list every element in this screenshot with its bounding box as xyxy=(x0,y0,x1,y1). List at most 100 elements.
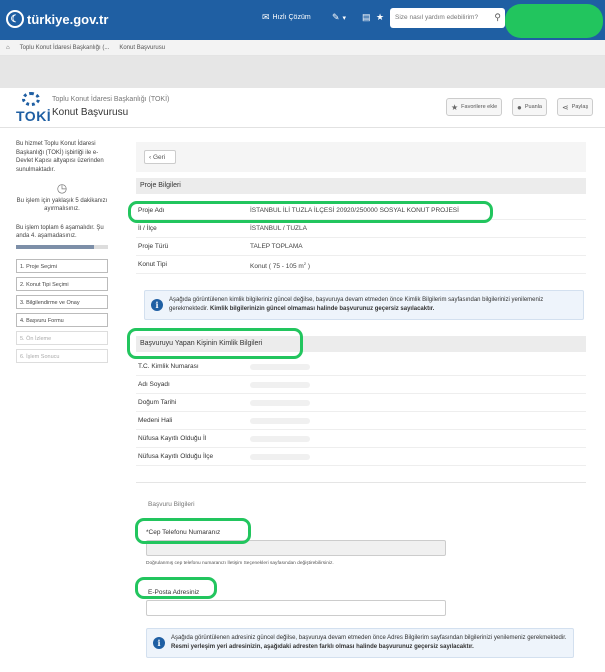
identity-row-tc: T.C. Kimlik Numarası xyxy=(136,358,586,376)
step-application-form[interactable]: 4. Başvuru Formu xyxy=(16,312,108,327)
search-icon[interactable]: ⚲ xyxy=(494,12,501,23)
card-icon-button[interactable]: ▤ xyxy=(362,12,374,23)
step-preview: 5. Ön İzleme xyxy=(16,330,108,345)
email-field[interactable] xyxy=(146,600,446,616)
project-name-value: İSTANBUL İLİ TUZLA İLÇESİ 20920/250000 S… xyxy=(250,207,459,214)
name-label: Adı Soyadı xyxy=(138,381,170,388)
chat-icon: ✉ xyxy=(262,12,270,22)
step-info-approval[interactable]: 3. Bilgilendirme ve Onay xyxy=(16,294,108,309)
quick-help-label: Hızlı Çözüm xyxy=(272,14,311,21)
progress-bar xyxy=(16,244,108,249)
identity-info-alert: i Aşağıda görüntülenen kimlik bilgilerin… xyxy=(144,290,584,320)
tc-value-redacted xyxy=(250,364,310,370)
identity-row-province: Nüfusa Kayıtlı Olduğu İl xyxy=(136,430,586,448)
birth-value-redacted xyxy=(250,400,310,406)
identity-row-name: Adı Soyadı xyxy=(136,376,586,394)
search-input[interactable]: Size nasıl yardım edebilirim? ⚲ xyxy=(390,8,505,28)
favorite-button[interactable]: ★ Favorilere ekle xyxy=(446,98,503,116)
star-icon: ★ xyxy=(376,12,385,22)
chevron-down-icon: ▾ xyxy=(342,14,347,22)
identity-info-warning: Kimlik bilgilerinizin güncel olmaması ha… xyxy=(210,306,435,312)
city-value: İSTANBUL / TUZLA xyxy=(250,225,307,232)
project-row-city: İl / İlçe İSTANBUL / TUZLA xyxy=(136,220,586,238)
province-label: Nüfusa Kayıtlı Olduğu İl xyxy=(138,435,207,442)
project-name-label: Proje Adı xyxy=(138,207,165,214)
identity-section-title: Başvuruyu Yapan Kişinin Kimlik Bilgileri xyxy=(136,336,586,352)
comment-icon: ● xyxy=(517,102,522,112)
logo-text: türkiye.gov.tr xyxy=(27,11,109,27)
progress-note: Bu işlem toplam 6 aşamalıdır. Şu anda 4.… xyxy=(16,224,104,240)
back-button[interactable]: ‹ Geri xyxy=(144,150,176,164)
application-form: Başvuru Bilgileri *Cep Telefonu Numaranı… xyxy=(136,482,586,672)
unit-close: ) xyxy=(306,263,311,271)
phone-label: *Cep Telefonu Numaranız xyxy=(146,529,221,536)
share-icon: ⋖ xyxy=(562,102,569,112)
toki-logo-text: TOKİ xyxy=(16,108,52,124)
project-row-name: Proje Adı İSTANBUL İLİ TUZLA İLÇESİ 2092… xyxy=(136,202,586,220)
tc-label: T.C. Kimlik Numarası xyxy=(138,363,199,370)
project-type-value: TALEP TOPLAMA xyxy=(250,243,303,250)
identity-row-marital: Medeni Hali xyxy=(136,412,586,430)
phone-hint: Doğrulanmış cep telefonu numaranızı İlet… xyxy=(146,561,334,566)
house-type-text: Konut ( 75 - 105 m xyxy=(250,263,304,271)
birth-label: Doğum Tarihi xyxy=(138,399,177,406)
left-sidebar: Bu hizmet Toplu Konut İdaresi Başkanlığı… xyxy=(16,140,108,367)
favorite-label: Favorilere ekle xyxy=(461,104,498,110)
address-info-text: Aşağıda görüntülenen adresiniz güncel de… xyxy=(171,635,567,641)
info-icon: i xyxy=(151,299,163,311)
wrench-icon: ✎ xyxy=(332,12,340,22)
agency-name: Toplu Konut İdaresi Başkanlığı (TOKİ) xyxy=(52,96,170,103)
star-icon: ★ xyxy=(451,102,459,112)
marital-value-redacted xyxy=(250,418,310,424)
page-title: Konut Başvurusu xyxy=(52,107,129,118)
crescent-icon: ☾ xyxy=(6,10,24,28)
star-icon-button[interactable]: ★ xyxy=(376,12,387,23)
clock-icon: ◷ xyxy=(56,181,68,195)
city-label: İl / İlçe xyxy=(138,225,157,232)
toki-logo: TOKİ xyxy=(14,92,52,124)
name-value-redacted xyxy=(250,382,310,388)
house-type-value: Konut ( 75 - 105 m2 ) xyxy=(250,261,310,270)
identity-row-district: Nüfusa Kayıtlı Olduğu İlçe xyxy=(136,448,586,466)
service-intro: Bu hizmet Toplu Konut İdaresi Başkanlığı… xyxy=(16,141,104,173)
top-bar: ☾ türkiye.gov.tr ✉ Hızlı Çözüm ✎ ▾ ▤ ★ S… xyxy=(0,0,605,40)
rate-button[interactable]: ● Puanla xyxy=(512,98,547,116)
share-label: Paylaş xyxy=(571,104,589,110)
project-row-type: Proje Türü TALEP TOPLAMA xyxy=(136,238,586,256)
district-value-redacted xyxy=(250,454,310,460)
address-info-alert: i Aşağıda görüntülenen adresiniz güncel … xyxy=(146,628,574,658)
time-note: Bu işlem için yaklaşık 5 dakikanızı ayır… xyxy=(16,197,108,213)
identity-row-birth: Doğum Tarihi xyxy=(136,394,586,412)
province-value-redacted xyxy=(250,436,310,442)
card-icon: ▤ xyxy=(362,12,371,22)
info-icon: i xyxy=(153,637,165,649)
rate-label: Puanla xyxy=(524,104,542,110)
breadcrumb: ⌂ Toplu Konut İdaresi Başkanlığı (... Ko… xyxy=(0,40,605,56)
tools-menu[interactable]: ✎ ▾ xyxy=(332,12,346,23)
breadcrumb-item-service: Konut Başvurusu xyxy=(119,44,166,51)
phone-field[interactable] xyxy=(146,540,446,556)
progress-fill xyxy=(16,244,95,249)
back-label: Geri xyxy=(152,154,166,161)
address-info-warning: Resmi yerleşim yeri adresinizin, aşağıda… xyxy=(171,644,474,650)
service-header: TOKİ Toplu Konut İdaresi Başkanlığı (TOK… xyxy=(0,88,605,128)
turkiye-gov-logo[interactable]: ☾ türkiye.gov.tr xyxy=(6,9,108,29)
step-house-type[interactable]: 2. Konut Tipi Seçimi xyxy=(16,276,108,291)
quick-help-link[interactable]: ✉ Hızlı Çözüm xyxy=(262,12,311,23)
marital-label: Medeni Hali xyxy=(138,417,173,424)
application-section-title: Başvuru Bilgileri xyxy=(148,501,195,508)
user-login-highlight[interactable] xyxy=(505,4,603,38)
banner-band xyxy=(0,56,605,88)
home-icon[interactable]: ⌂ xyxy=(6,45,10,51)
house-type-label: Konut Tipi xyxy=(138,261,167,268)
district-label: Nüfusa Kayıtlı Olduğu İlçe xyxy=(138,453,214,460)
project-row-house-type: Konut Tipi Konut ( 75 - 105 m2 ) xyxy=(136,256,586,274)
share-button[interactable]: ⋖ Paylaş xyxy=(557,98,594,116)
step-project-selection[interactable]: 1. Proje Seçimi xyxy=(16,258,108,273)
breadcrumb-item-agency[interactable]: Toplu Konut İdaresi Başkanlığı (... xyxy=(20,45,110,51)
project-type-label: Proje Türü xyxy=(138,243,169,250)
back-bar: ‹ Geri xyxy=(136,142,586,172)
email-label: E-Posta Adresiniz xyxy=(148,589,200,596)
search-placeholder: Size nasıl yardım edebilirim? xyxy=(395,14,479,21)
step-result: 6. İşlem Sonucu xyxy=(16,348,108,363)
